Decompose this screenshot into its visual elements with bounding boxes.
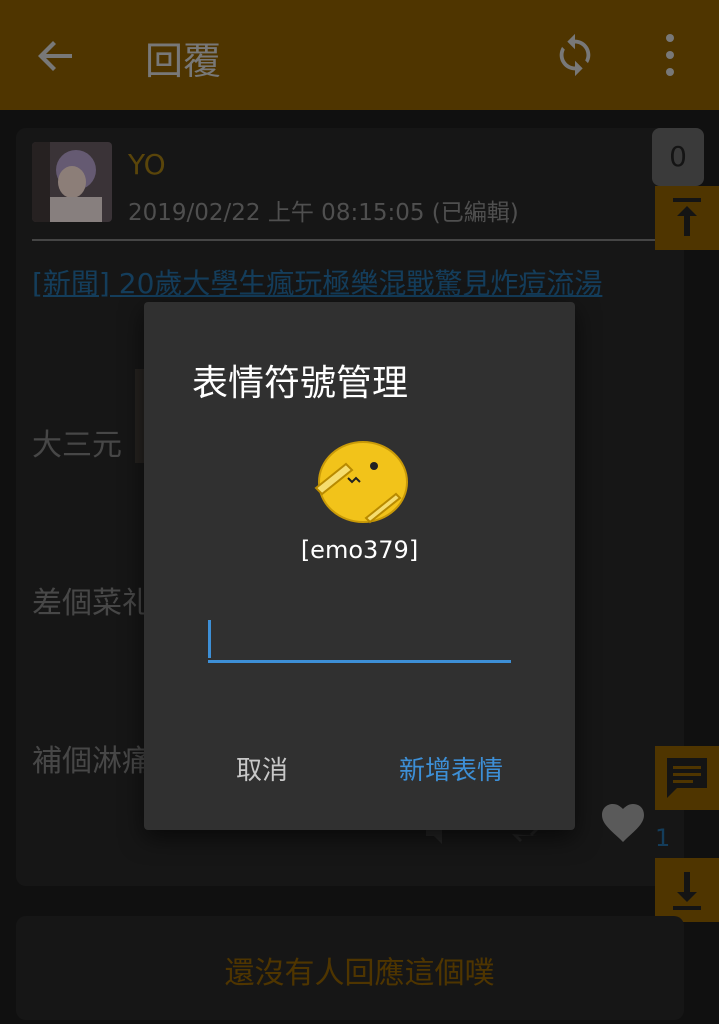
dialog-title: 表情符號管理 bbox=[192, 363, 409, 404]
emoticon-keyword-field[interactable] bbox=[208, 618, 511, 666]
input-underline bbox=[208, 660, 511, 663]
add-emoticon-button[interactable]: 新增表情 bbox=[399, 750, 503, 787]
emoticon-keyword-input[interactable] bbox=[214, 620, 504, 658]
emoticon-code: [emo379] bbox=[300, 536, 419, 564]
emoticon-image bbox=[314, 441, 408, 524]
cancel-button[interactable]: 取消 bbox=[236, 750, 288, 787]
text-caret bbox=[208, 620, 211, 658]
emoticon-dialog: 表情符號管理 [emo379] 取消 新增表情 bbox=[144, 302, 575, 830]
